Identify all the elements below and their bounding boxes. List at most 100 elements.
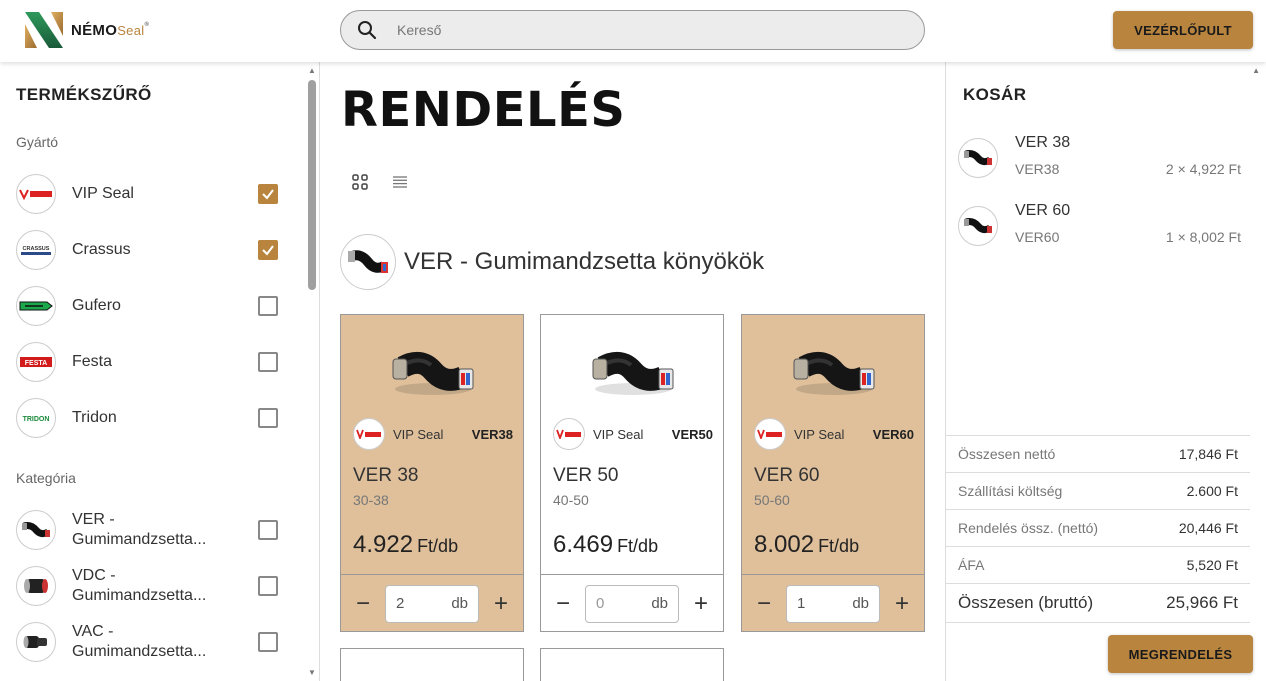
increase-quantity-button[interactable]: + bbox=[679, 575, 723, 633]
cart-title: KOSÁR bbox=[963, 85, 1027, 104]
product-price: 8.002 Ft/db bbox=[754, 531, 860, 558]
quantity-input[interactable]: 0 db bbox=[585, 584, 679, 623]
checkbox[interactable] bbox=[258, 352, 278, 372]
coupling-fitting-icon bbox=[16, 566, 56, 606]
checkbox[interactable] bbox=[258, 408, 278, 428]
page-title: RENDELÉS bbox=[341, 82, 626, 138]
filter-label: Gufero bbox=[72, 297, 121, 314]
manufacturer-heading: Gyártó bbox=[16, 134, 59, 150]
product-card-ver60[interactable]: VIP Seal VER60 VER 60 50-60 8.002 Ft/db −… bbox=[741, 314, 925, 632]
product-image bbox=[587, 343, 679, 399]
category-title: VER - Gumimandzsetta könyökök bbox=[404, 248, 765, 275]
logo-mark-icon bbox=[23, 10, 65, 50]
product-name: VER 60 bbox=[754, 465, 820, 486]
filter-label: Crassus bbox=[72, 241, 131, 258]
product-range: 40-50 bbox=[553, 492, 589, 508]
cart-item-quantity: 1 × 8,002 Ft bbox=[1165, 229, 1241, 245]
checkbox[interactable] bbox=[258, 632, 278, 652]
crassus-logo-icon: CRASSUS bbox=[16, 230, 56, 270]
scrollbar-thumb[interactable] bbox=[308, 80, 316, 290]
order-main-content: RENDELÉS VER - Gumimandzsetta könyökök V… bbox=[320, 62, 945, 681]
product-image bbox=[387, 343, 479, 399]
category-header: VER - Gumimandzsetta könyökök bbox=[340, 234, 764, 290]
brand-name: VIP Seal bbox=[794, 426, 845, 442]
product-brand: VIP Seal VER38 bbox=[353, 418, 513, 450]
filter-label: VAC - Gumimandzsetta... bbox=[72, 623, 207, 660]
top-header: NÉMOSeal® VEZÉRLŐPULT bbox=[0, 0, 1266, 62]
tridon-logo-icon: TRIDON bbox=[16, 398, 56, 438]
cart-item-name: VER 38 bbox=[1015, 134, 1071, 151]
product-name: VER 38 bbox=[353, 465, 419, 486]
filter-category-vdc[interactable]: VDC - Gumimandzsetta... bbox=[16, 566, 278, 606]
brand-name: VIP Seal bbox=[593, 426, 644, 442]
elbow-fitting-icon bbox=[958, 138, 998, 178]
product-code: VER50 bbox=[671, 426, 713, 442]
place-order-button[interactable]: MEGRENDELÉS bbox=[1108, 635, 1253, 673]
checkbox[interactable] bbox=[258, 576, 278, 596]
filter-title: TERMÉKSZŰRŐ bbox=[16, 85, 152, 104]
checkbox[interactable] bbox=[258, 520, 278, 540]
filter-manufacturer-vip-seal[interactable]: VIP Seal bbox=[16, 174, 278, 214]
decrease-quantity-button[interactable]: − bbox=[742, 575, 786, 633]
festa-logo-icon: FESTA bbox=[16, 342, 56, 382]
elbow-fitting-icon bbox=[340, 234, 396, 290]
product-card-partial[interactable] bbox=[540, 648, 724, 681]
svg-text:FESTA: FESTA bbox=[25, 360, 47, 367]
product-brand: VIP Seal VER50 bbox=[553, 418, 713, 450]
checkbox[interactable] bbox=[258, 296, 278, 316]
cart-item-code: VER38 bbox=[1015, 161, 1060, 177]
checkbox-checked[interactable] bbox=[258, 240, 278, 260]
dashboard-button[interactable]: VEZÉRLŐPULT bbox=[1113, 11, 1253, 49]
quantity-input[interactable]: 2 db bbox=[385, 584, 479, 623]
svg-text:CRASSUS: CRASSUS bbox=[23, 246, 50, 252]
cart-item[interactable]: VER 38 VER38 2 × 4,922 Ft bbox=[958, 134, 1253, 190]
product-card-ver38[interactable]: VIP Seal VER38 VER 38 30-38 4.922 Ft/db −… bbox=[340, 314, 524, 632]
product-card-partial[interactable] bbox=[340, 648, 524, 681]
filter-manufacturer-festa[interactable]: FESTA Festa bbox=[16, 342, 278, 382]
increase-quantity-button[interactable]: + bbox=[880, 575, 924, 633]
decrease-quantity-button[interactable]: − bbox=[341, 575, 385, 633]
filter-manufacturer-gufero[interactable]: Gufero bbox=[16, 286, 278, 326]
product-code: VER60 bbox=[872, 426, 914, 442]
checkbox-checked[interactable] bbox=[258, 184, 278, 204]
list-view-icon[interactable] bbox=[392, 174, 408, 190]
decrease-quantity-button[interactable]: − bbox=[541, 575, 585, 633]
vip-seal-logo-icon bbox=[553, 418, 585, 450]
grid-view-icon[interactable] bbox=[352, 174, 368, 190]
search-icon[interactable] bbox=[357, 20, 377, 40]
vip-seal-logo-icon bbox=[353, 418, 385, 450]
product-brand: VIP Seal VER60 bbox=[754, 418, 914, 450]
search-bar[interactable] bbox=[340, 10, 925, 50]
filter-category-ver[interactable]: VER - Gumimandzsetta... bbox=[16, 510, 278, 550]
filter-label: Tridon bbox=[72, 409, 117, 426]
cart-item[interactable]: VER 60 VER60 1 × 8,002 Ft bbox=[958, 202, 1253, 258]
total-row-vat: ÁFA 5,520 Ft bbox=[946, 546, 1250, 583]
scroll-up-icon[interactable]: ▲ bbox=[308, 66, 316, 75]
elbow-fitting-icon bbox=[16, 510, 56, 550]
scroll-down-icon[interactable]: ▼ bbox=[308, 668, 316, 677]
filter-manufacturer-tridon[interactable]: TRIDON Tridon bbox=[16, 398, 278, 438]
svg-text:TRIDON: TRIDON bbox=[23, 416, 50, 423]
increase-quantity-button[interactable]: + bbox=[479, 575, 523, 633]
scroll-up-icon[interactable]: ▲ bbox=[1252, 66, 1260, 75]
product-card-ver50[interactable]: VIP Seal VER50 VER 50 40-50 6.469 Ft/db −… bbox=[540, 314, 724, 632]
cart-item-quantity: 2 × 4,922 Ft bbox=[1165, 161, 1241, 177]
quantity-input[interactable]: 1 db bbox=[786, 584, 880, 623]
sidebar-scrollbar[interactable]: ▲ ▼ bbox=[306, 66, 316, 681]
category-heading: Kategória bbox=[16, 470, 76, 486]
filter-label: VER - Gumimandzsetta... bbox=[72, 511, 207, 548]
nemo-seal-logo[interactable]: NÉMOSeal® bbox=[23, 10, 163, 50]
vip-seal-logo-icon bbox=[16, 174, 56, 214]
quantity-stepper: − 0 db + bbox=[541, 574, 723, 632]
filter-label: VIP Seal bbox=[72, 185, 134, 202]
product-price: 6.469 Ft/db bbox=[553, 531, 659, 558]
product-name: VER 50 bbox=[553, 465, 619, 486]
logo-wordmark: NÉMOSeal® bbox=[71, 21, 150, 39]
filter-manufacturer-crassus[interactable]: CRASSUS Crassus bbox=[16, 230, 278, 270]
elbow-fitting-icon bbox=[958, 206, 998, 246]
total-row-order-net: Rendelés össz. (nettó) 20,446 Ft bbox=[946, 509, 1250, 546]
product-code: VER38 bbox=[471, 426, 513, 442]
filter-category-vac[interactable]: VAC - Gumimandzsetta... bbox=[16, 622, 278, 662]
quantity-stepper: − 2 db + bbox=[341, 574, 523, 632]
search-input[interactable] bbox=[397, 22, 877, 38]
